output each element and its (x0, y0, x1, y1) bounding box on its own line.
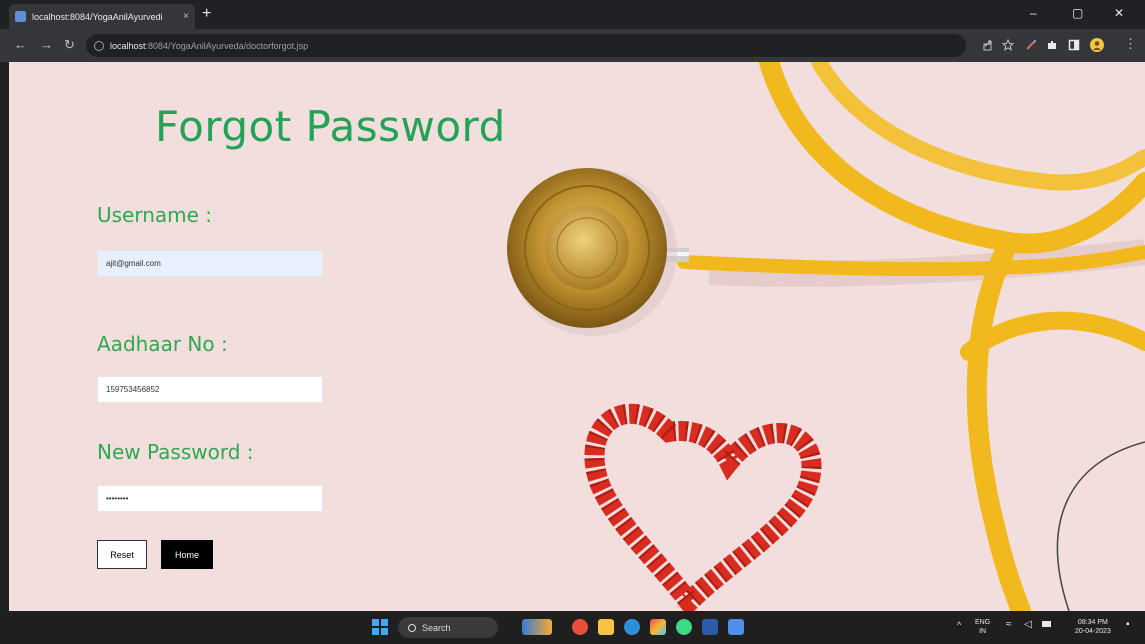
new-password-input[interactable] (97, 485, 323, 512)
username-input[interactable] (97, 250, 323, 277)
battery-icon[interactable] (1042, 621, 1051, 627)
browser-tab-bar: localhost:8084/YogaAnilAyurvedi × + – ▢ … (0, 0, 1145, 29)
show-hidden-icons-icon[interactable]: ^ (957, 621, 961, 630)
username-label: Username : (97, 203, 213, 227)
aadhaar-label: Aadhaar No : (97, 332, 228, 356)
address-bar[interactable]: localhost :8084/YogaAnilAyurveda/doctorf… (86, 34, 966, 57)
browser-tab[interactable]: localhost:8084/YogaAnilAyurvedi × (9, 4, 195, 29)
page-viewport: Forgot Password Username : Aadhaar No : … (9, 62, 1145, 611)
reset-button[interactable]: Reset (97, 540, 147, 569)
browser-menu-icon[interactable]: ⋮ (1124, 37, 1137, 51)
back-arrow-icon[interactable]: ← (14, 38, 27, 52)
file-explorer-icon[interactable] (598, 619, 614, 635)
region-code: IN (979, 628, 987, 635)
minimize-button[interactable]: – (1030, 6, 1037, 20)
whatsapp-app-icon[interactable] (676, 619, 692, 635)
share-icon[interactable] (982, 39, 994, 51)
edge-app-icon[interactable] (624, 619, 640, 635)
photos-app-icon[interactable] (650, 619, 666, 635)
clock[interactable]: 08:34 PM 20-04-2023 (1075, 618, 1111, 636)
new-tab-button[interactable]: + (202, 6, 211, 22)
home-button[interactable]: Home (161, 540, 213, 569)
volume-icon[interactable]: ◁ (1024, 620, 1032, 630)
search-label: Search (422, 622, 451, 633)
url-path: :8084/YogaAnilAyurveda/doctorforgot.jsp (145, 40, 309, 51)
store-app-icon[interactable] (728, 619, 744, 635)
url-host: localhost (110, 40, 146, 51)
extension-pen-icon[interactable] (1025, 39, 1037, 51)
language-code: ENG (975, 619, 991, 626)
forward-arrow-icon[interactable]: → (40, 38, 53, 52)
extensions-puzzle-icon[interactable] (1046, 39, 1058, 51)
notifications-icon[interactable]: ▪ (1126, 620, 1130, 630)
vscode-app-icon[interactable] (702, 619, 718, 635)
site-info-icon[interactable] (94, 40, 104, 51)
restore-button[interactable]: ▢ (1072, 6, 1083, 20)
browser-toolbar: ← → ↻ localhost :8084/YogaAnilAyurveda/d… (0, 29, 1145, 62)
language-indicator[interactable]: ENG IN (975, 618, 990, 636)
clock-date: 20-04-2023 (1075, 628, 1111, 635)
aadhaar-input[interactable] (97, 376, 323, 403)
close-window-button[interactable]: ✕ (1114, 6, 1124, 20)
wifi-icon[interactable]: ≈ (1006, 620, 1012, 630)
widgets-icon[interactable] (522, 619, 552, 635)
profile-avatar-icon[interactable] (1090, 38, 1104, 52)
reload-icon[interactable]: ↻ (64, 38, 75, 52)
page-favicon-icon (15, 11, 26, 22)
tab-close-icon[interactable]: × (183, 11, 189, 22)
chrome-app-icon[interactable] (572, 619, 588, 635)
bookmark-star-icon[interactable] (1002, 39, 1014, 51)
clock-time: 08:34 PM (1077, 619, 1108, 626)
new-password-label: New Password : (97, 440, 254, 464)
windows-start-icon[interactable] (372, 619, 388, 635)
tab-title: localhost:8084/YogaAnilAyurvedi (32, 11, 163, 22)
windows-taskbar: Search ^ ENG IN ≈ ◁ 08:34 PM 20-04-2023 … (0, 611, 1145, 644)
taskbar-search[interactable]: Search (398, 617, 498, 638)
side-panel-icon[interactable] (1068, 39, 1080, 51)
search-icon (408, 623, 416, 632)
page-title: Forgot Password (155, 102, 506, 151)
